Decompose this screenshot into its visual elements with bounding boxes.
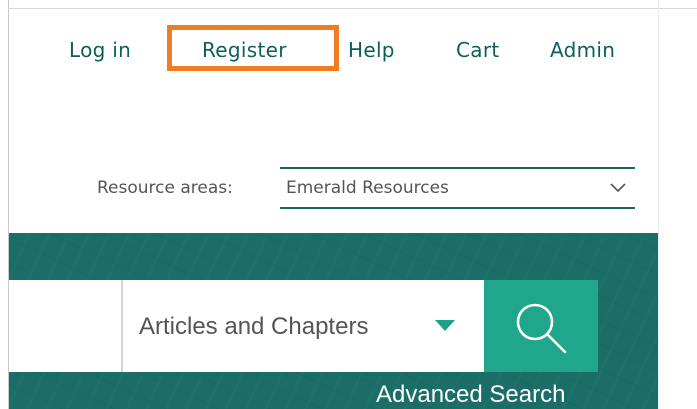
search-scope-value: Articles and Chapters xyxy=(139,313,369,340)
caret-down-icon xyxy=(435,320,455,331)
resource-areas-value: Emerald Resources xyxy=(286,178,449,198)
page-frame-top xyxy=(8,8,697,9)
login-link[interactable]: Log in xyxy=(69,38,131,62)
help-link[interactable]: Help xyxy=(348,38,395,62)
advanced-search-link[interactable]: Advanced Search xyxy=(376,381,565,409)
page-frame-right xyxy=(658,0,659,409)
search-icon xyxy=(516,303,567,354)
search-input[interactable] xyxy=(9,280,121,372)
register-highlight-box xyxy=(167,25,339,71)
search-scope-select[interactable]: Articles and Chapters xyxy=(123,280,484,372)
search-button[interactable] xyxy=(484,280,598,372)
resource-areas-label: Resource areas: xyxy=(97,178,233,198)
resource-areas-select[interactable]: Emerald Resources xyxy=(280,167,635,209)
admin-link[interactable]: Admin xyxy=(550,38,615,62)
cart-link[interactable]: Cart xyxy=(456,38,500,62)
chevron-down-icon xyxy=(610,183,626,193)
